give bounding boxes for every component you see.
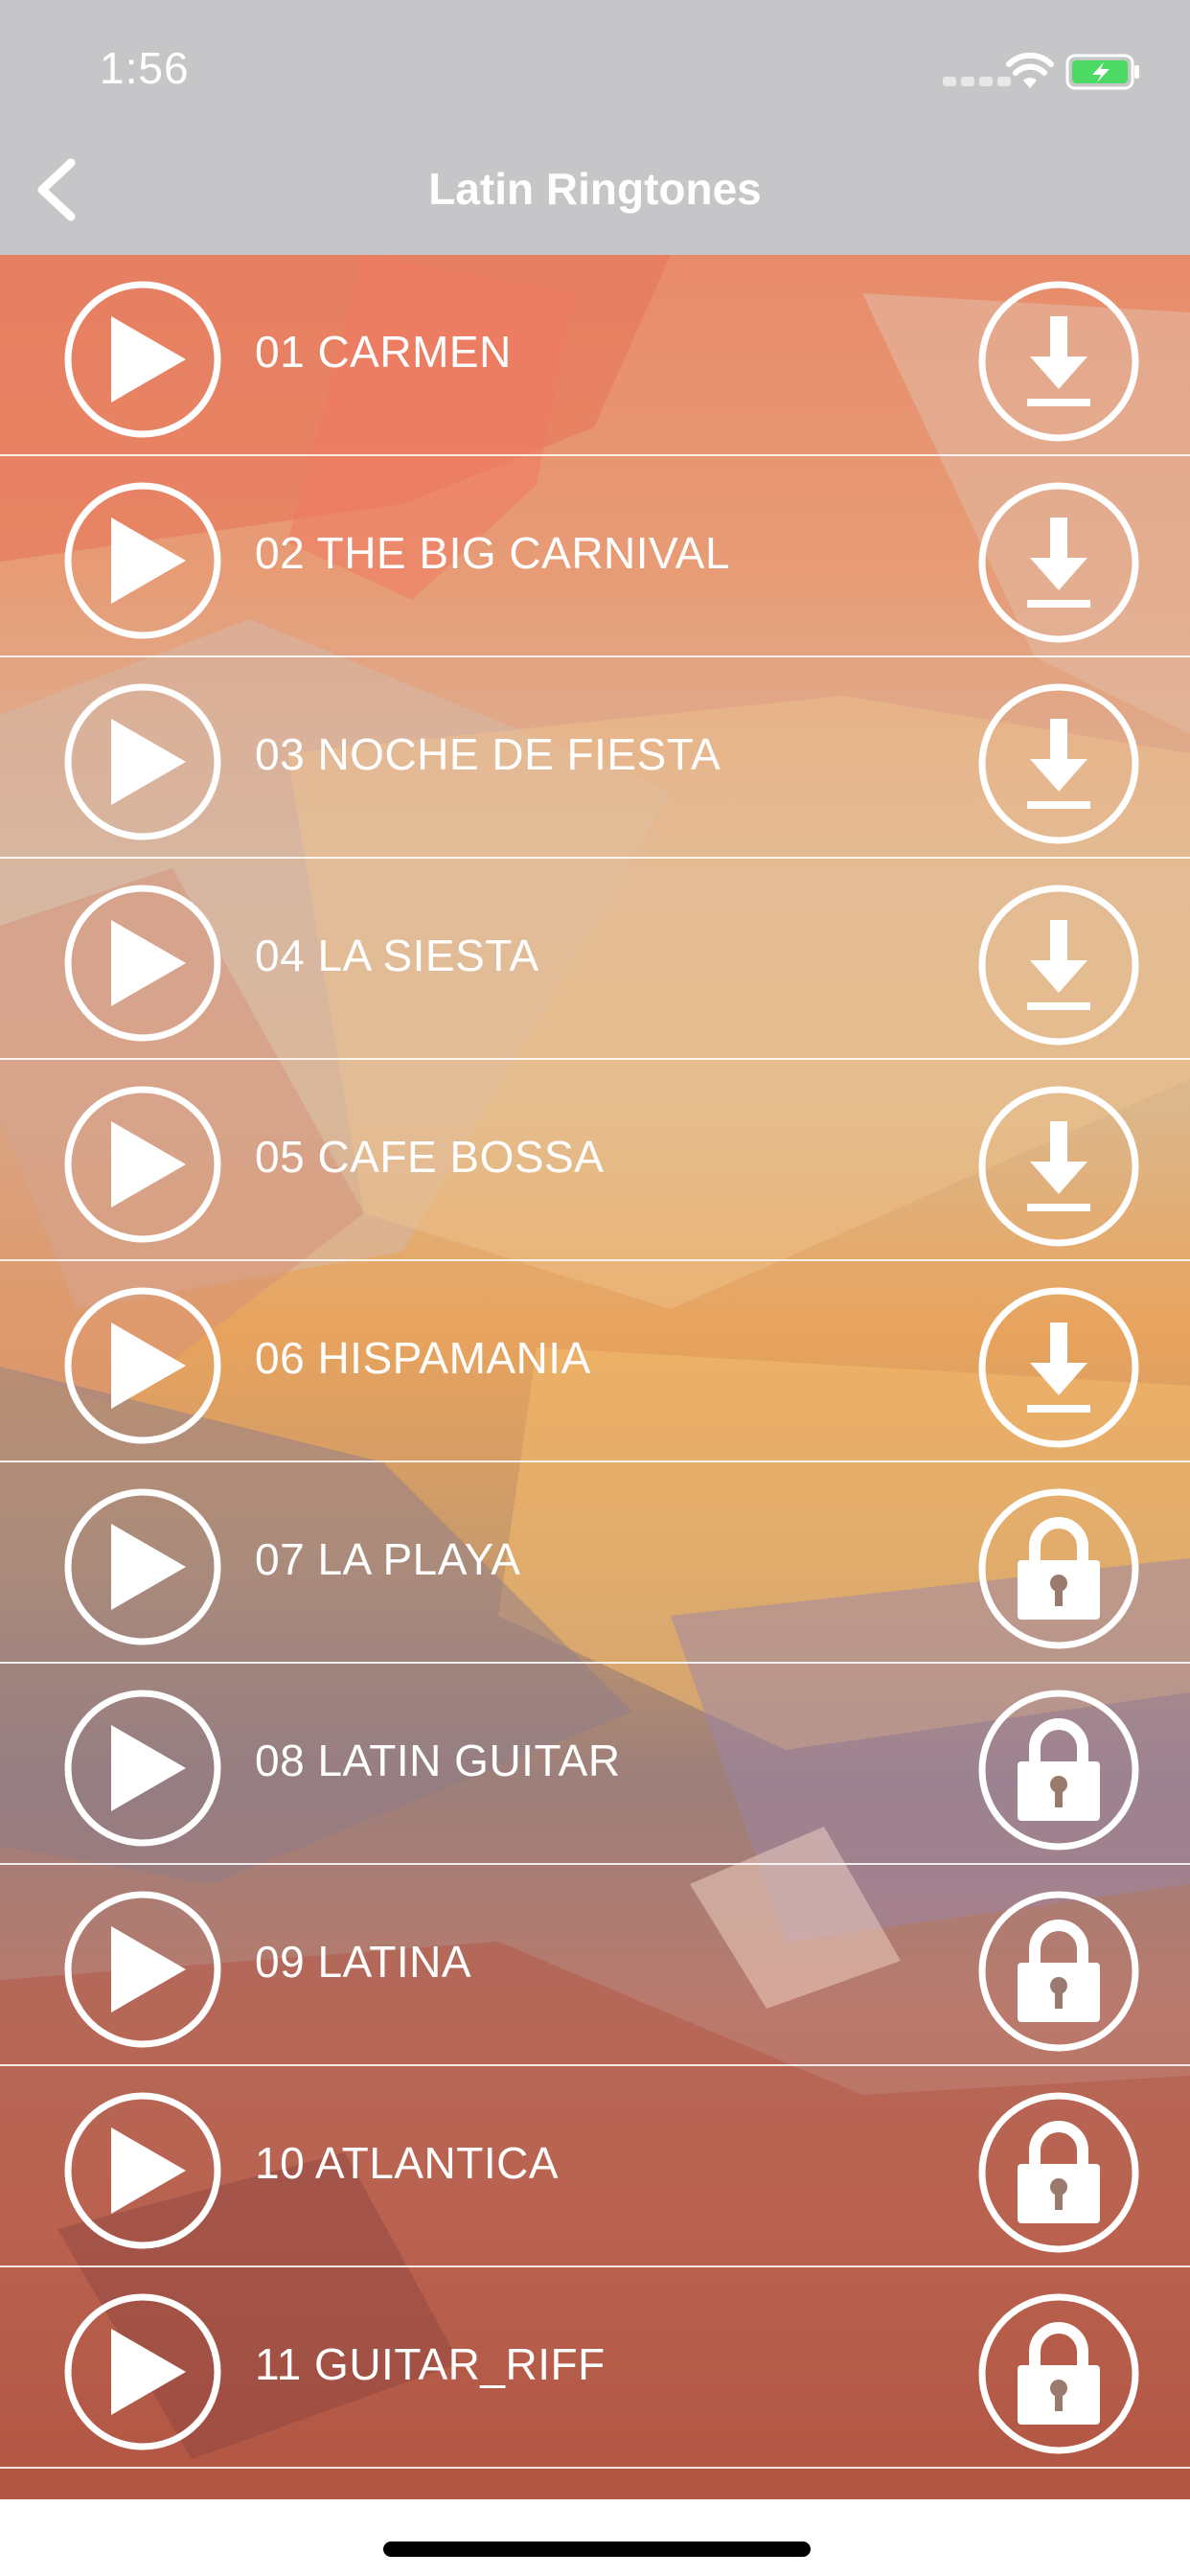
play-icon (111, 518, 186, 604)
list-item[interactable]: 07 LA PLAYA (0, 1462, 1190, 1664)
download-button[interactable] (977, 280, 1140, 443)
locked-button[interactable] (977, 1487, 1140, 1650)
list-item[interactable]: 08 LATIN GUITAR (0, 1664, 1190, 1865)
song-title: 10 ATLANTICA (255, 2138, 560, 2188)
list-item[interactable]: 01 CARMEN (0, 255, 1190, 456)
home-area (0, 2499, 1190, 2576)
play-icon (111, 1524, 186, 1610)
download-button[interactable] (977, 1085, 1140, 1248)
lock-icon (1018, 1920, 1100, 2022)
list-item[interactable]: 03 NOCHE DE FIESTA (0, 657, 1190, 859)
song-title: 09 LATINA (255, 1937, 472, 1987)
play-button[interactable] (63, 1689, 222, 1848)
battery-charging-icon (1065, 54, 1139, 90)
play-button[interactable] (63, 884, 222, 1043)
list-item[interactable]: 09 LATINA (0, 1865, 1190, 2066)
page-title: Latin Ringtones (428, 164, 762, 214)
download-icon (1027, 1322, 1090, 1413)
lock-icon (1018, 2322, 1100, 2425)
play-button[interactable] (63, 2292, 222, 2451)
lock-icon (1018, 2121, 1100, 2223)
list-item[interactable]: 06 HISPAMANIA (0, 1261, 1190, 1462)
song-title: 06 HISPAMANIA (255, 1333, 591, 1383)
download-button[interactable] (977, 1286, 1140, 1449)
play-icon (111, 1121, 186, 1208)
list-item[interactable]: 04 LA SIESTA (0, 859, 1190, 1060)
song-title: 04 LA SIESTA (255, 931, 539, 980)
song-title: 05 CAFE BOSSA (255, 1132, 605, 1182)
play-button[interactable] (63, 280, 222, 439)
download-icon (1027, 518, 1090, 608)
play-icon (111, 719, 186, 805)
download-icon (1027, 1121, 1090, 1211)
play-button[interactable] (63, 1286, 222, 1445)
song-title: 07 LA PLAYA (255, 1534, 521, 1584)
play-button[interactable] (63, 1890, 222, 2049)
locked-button[interactable] (977, 1890, 1140, 2053)
download-button[interactable] (977, 481, 1140, 644)
download-icon (1027, 920, 1090, 1010)
download-button[interactable] (977, 682, 1140, 845)
download-button[interactable] (977, 884, 1140, 1046)
list-item[interactable]: 05 CAFE BOSSA (0, 1060, 1190, 1261)
navigation-bar: 1:56 Latin Ringtones (0, 0, 1190, 255)
play-button[interactable] (63, 682, 222, 841)
play-icon (111, 2329, 186, 2415)
wifi-icon (1006, 52, 1054, 88)
status-time: 1:56 (100, 43, 190, 93)
play-icon (111, 1322, 186, 1409)
song-title: 11 GUITAR_RIFF (255, 2339, 606, 2389)
list-item[interactable]: 11 GUITAR_RIFF (0, 2267, 1190, 2469)
play-icon (111, 2128, 186, 2214)
song-title: 08 LATIN GUITAR (255, 1736, 621, 1785)
play-button[interactable] (63, 1085, 222, 1244)
locked-button[interactable] (977, 2292, 1140, 2455)
song-title: 03 NOCHE DE FIESTA (255, 729, 721, 779)
play-icon (111, 316, 186, 402)
list-item[interactable]: 02 THE BIG CARNIVAL (0, 456, 1190, 657)
locked-button[interactable] (977, 1689, 1140, 1852)
lock-icon (1018, 1517, 1100, 1620)
song-rows: 01 CARMEN 02 THE BIG CARNIVAL 03 NOCHE DE … (0, 255, 1190, 2469)
locked-button[interactable] (977, 2091, 1140, 2254)
list-item[interactable]: 10 ATLANTICA (0, 2066, 1190, 2267)
signal-strength-icon (943, 77, 1016, 86)
download-icon (1027, 316, 1090, 406)
download-icon (1027, 719, 1090, 809)
song-title: 02 THE BIG CARNIVAL (255, 528, 731, 578)
play-icon (111, 1926, 186, 2012)
home-indicator[interactable] (383, 2542, 811, 2557)
play-button[interactable] (63, 481, 222, 640)
ringtone-list: 01 CARMEN 02 THE BIG CARNIVAL 03 NOCHE DE … (0, 255, 1190, 2499)
play-button[interactable] (63, 1487, 222, 1646)
song-title: 01 CARMEN (255, 327, 512, 377)
play-icon (111, 920, 186, 1006)
lock-icon (1018, 1718, 1100, 1821)
play-button[interactable] (63, 2091, 222, 2250)
play-icon (111, 1725, 186, 1811)
